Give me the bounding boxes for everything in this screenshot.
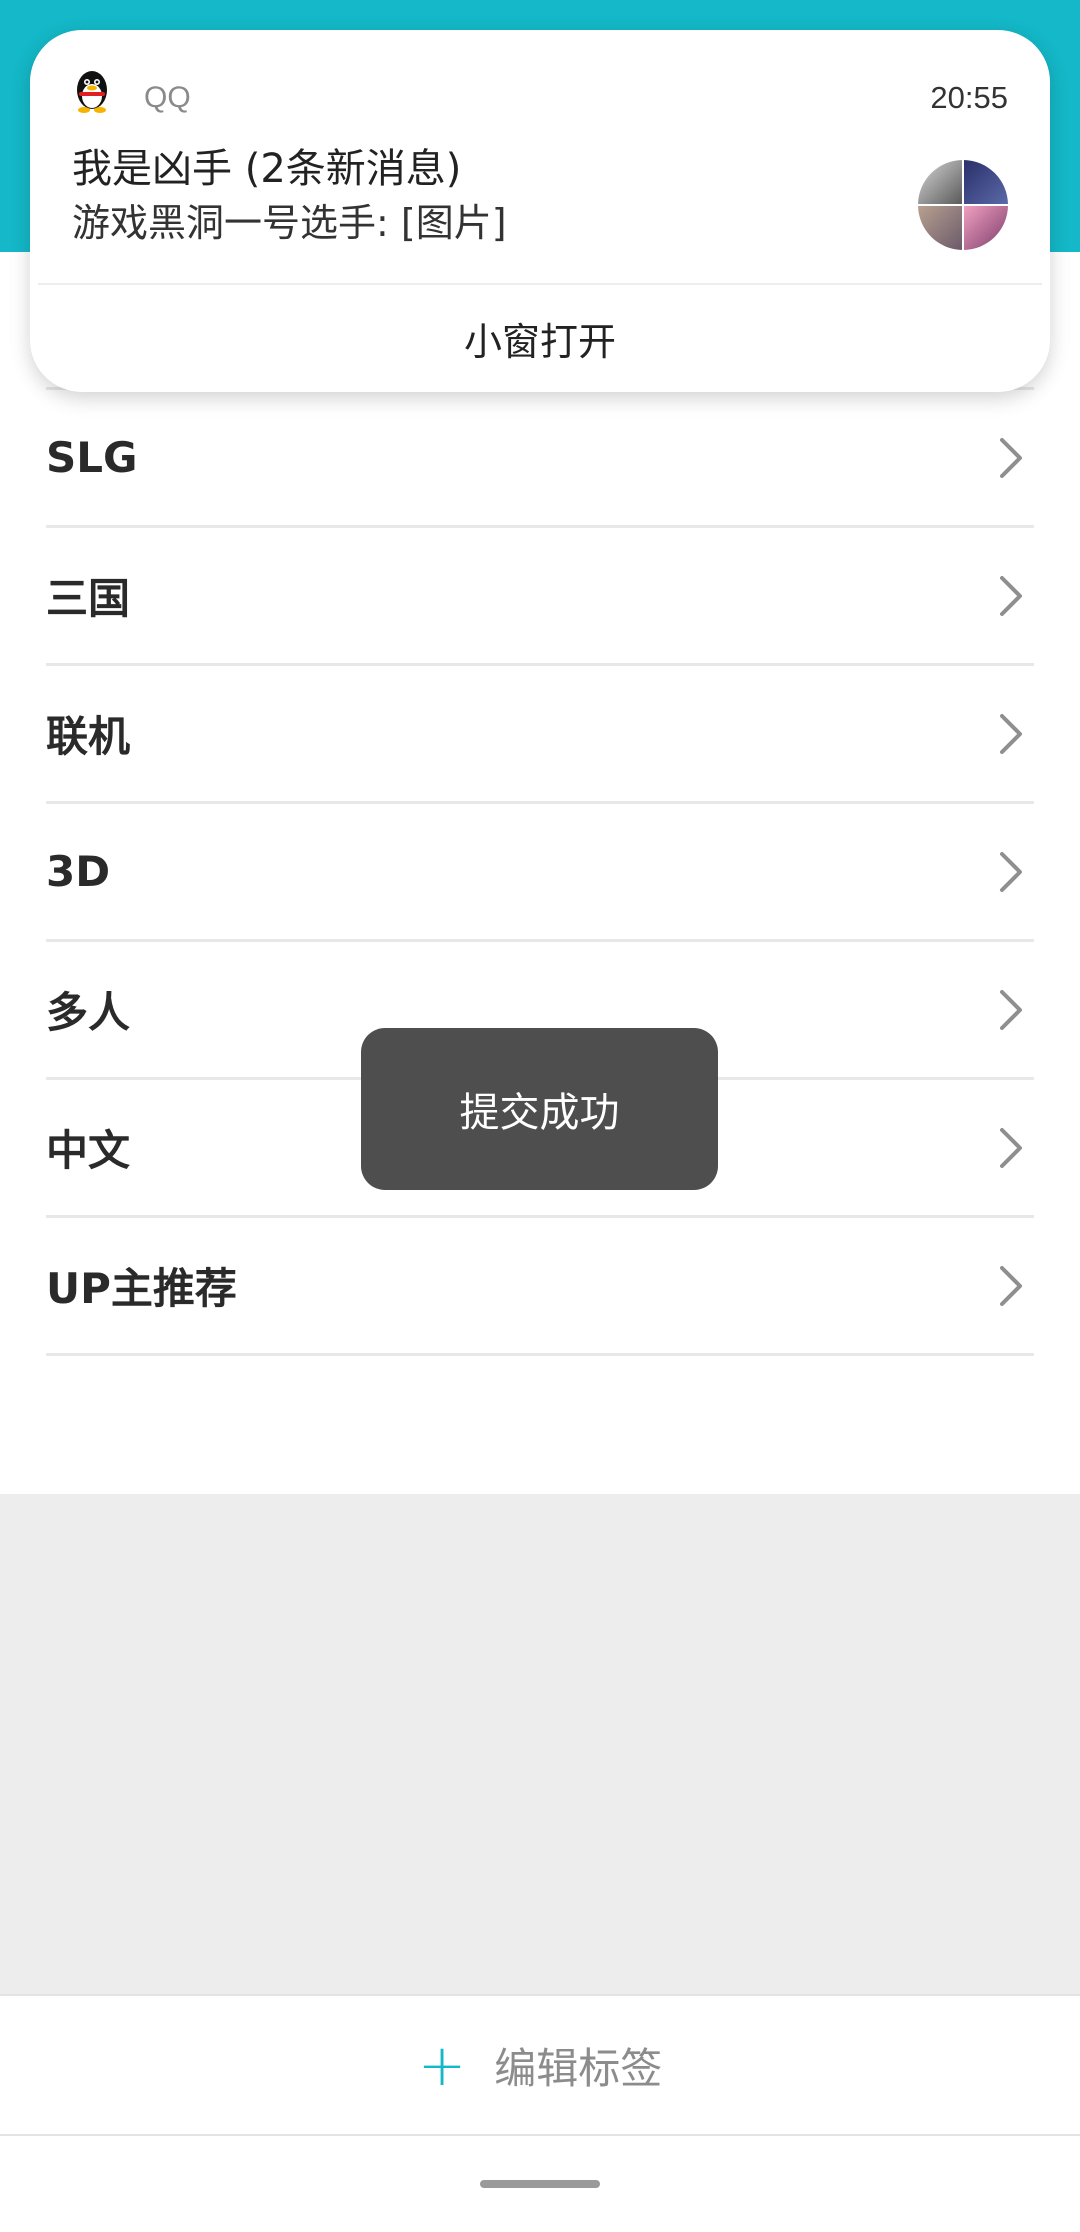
tag-label: 三国 <box>46 574 131 623</box>
tag-label: SLG <box>46 433 138 482</box>
home-indicator[interactable] <box>480 2180 600 2188</box>
tag-label: 多人 <box>46 988 131 1037</box>
notification-title: 我是凶手 (2条新消息) <box>72 146 462 192</box>
tag-item-three-kingdoms[interactable]: 三国 <box>46 528 1034 666</box>
tag-label: 联机 <box>46 712 131 761</box>
edit-tags-label: 编辑标签 <box>494 2043 663 2093</box>
tag-label: UP主推荐 <box>46 1264 237 1313</box>
tag-item-3d[interactable]: 3D <box>46 804 1034 942</box>
plus-icon: + <box>417 2031 467 2099</box>
tag-item-up-recommend[interactable]: UP主推荐 <box>46 1218 1034 1356</box>
tag-label: 3D <box>46 847 111 896</box>
chevron-right-icon <box>1000 575 1022 616</box>
chevron-right-icon <box>1000 989 1022 1030</box>
tag-item-slg[interactable]: SLG <box>46 390 1034 528</box>
screen: 策略 SLG 三国 联机 3D 多人 中文 UP主推荐 <box>0 0 1080 2232</box>
open-small-window-button[interactable]: 小窗打开 <box>30 285 1050 392</box>
chevron-right-icon <box>1000 437 1022 478</box>
tag-item-online[interactable]: 联机 <box>46 666 1034 804</box>
chevron-right-icon <box>1000 713 1022 754</box>
chevron-right-icon <box>1000 851 1022 892</box>
chevron-right-icon <box>1000 1127 1022 1168</box>
tag-label: 中文 <box>46 1126 131 1175</box>
qq-penguin-icon <box>77 71 107 113</box>
toast-message: 提交成功 <box>361 1028 718 1190</box>
edit-tags-button[interactable]: + 编辑标签 <box>0 1994 1080 2136</box>
empty-area <box>0 1494 1080 1994</box>
notification-time: 20:55 <box>930 80 1008 115</box>
chevron-right-icon <box>1000 1265 1022 1306</box>
notification-body: 游戏黑洞一号选手: [图片] <box>72 201 507 245</box>
app-name: QQ <box>144 81 191 114</box>
qq-notification[interactable]: QQ 20:55 我是凶手 (2条新消息) 游戏黑洞一号选手: [图片] 小窗打… <box>30 30 1050 392</box>
group-avatar <box>918 160 1008 250</box>
tag-list: 策略 SLG 三国 联机 3D 多人 中文 UP主推荐 <box>0 252 1080 1356</box>
